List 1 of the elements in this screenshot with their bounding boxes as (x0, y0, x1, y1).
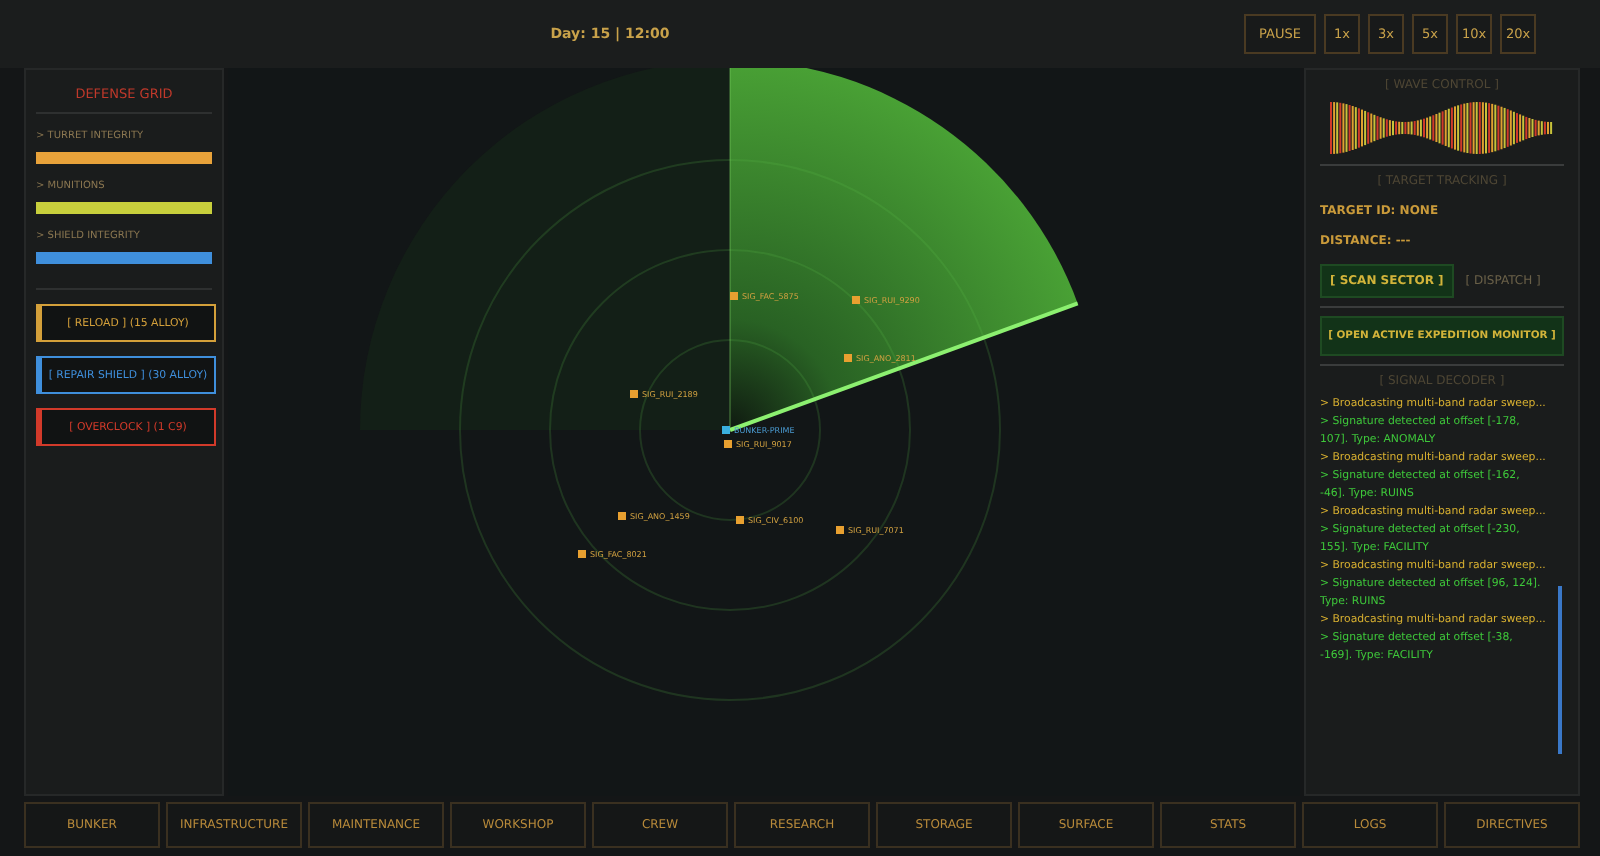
scrollbar-thumb[interactable] (1558, 586, 1562, 754)
